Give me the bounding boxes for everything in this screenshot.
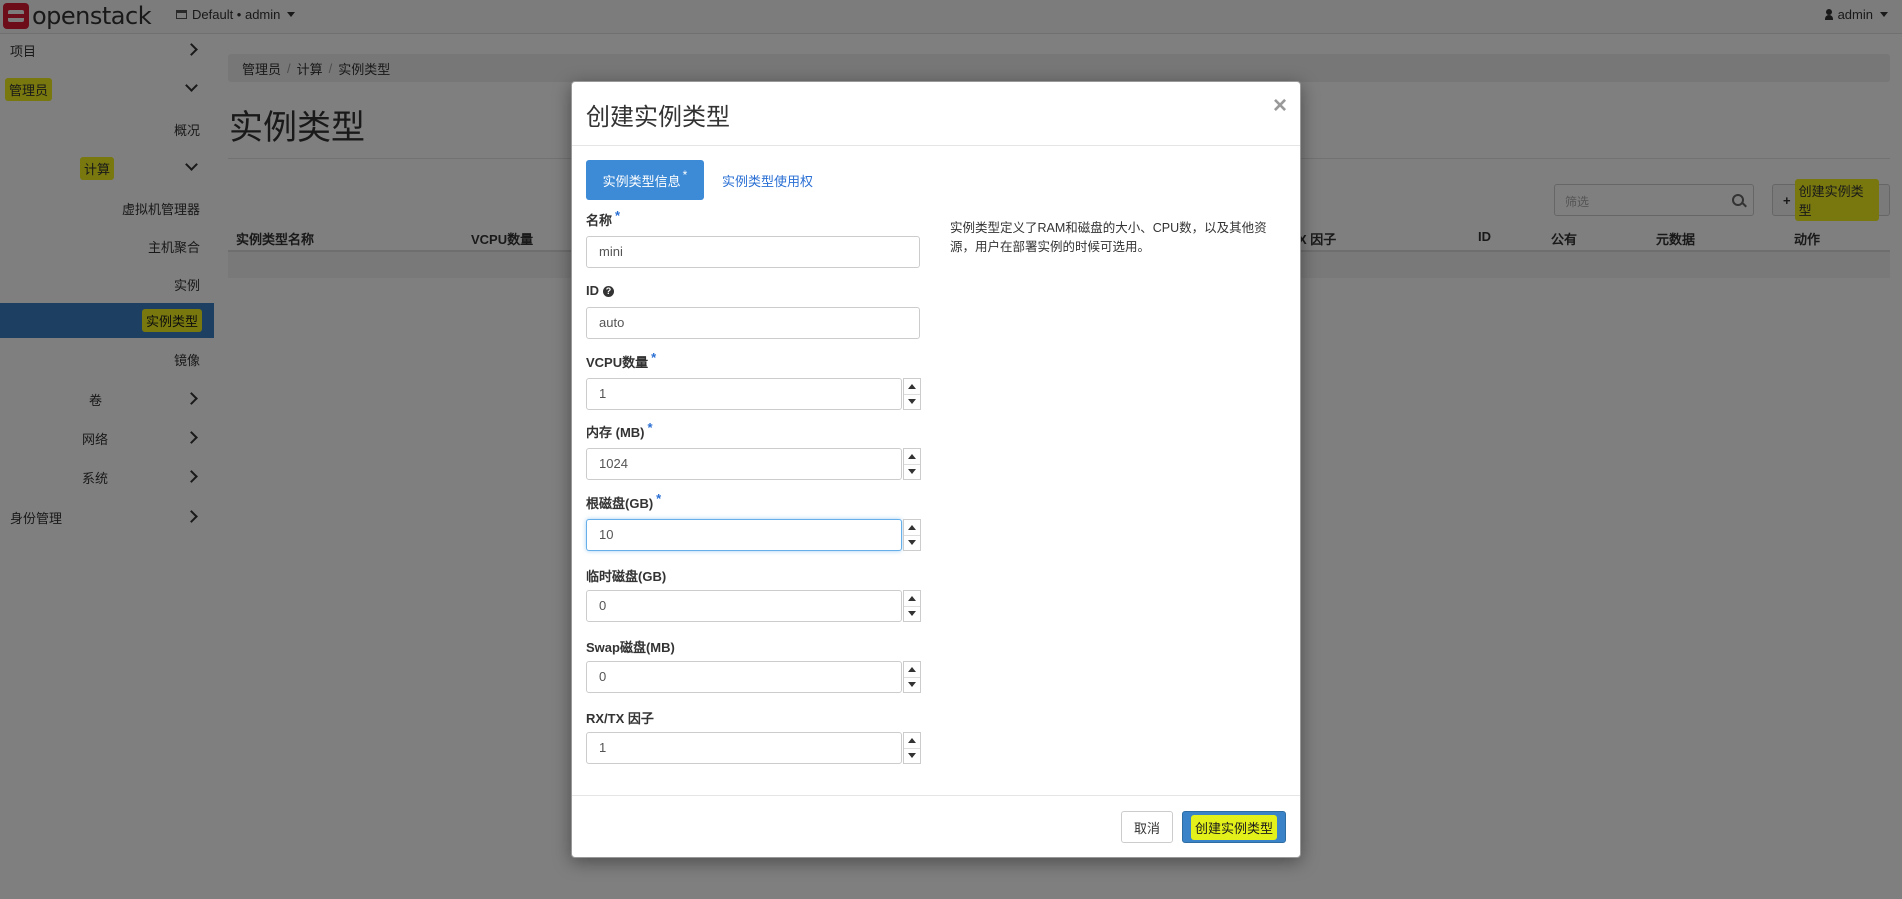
root-disk-label: 根磁盘(GB) * bbox=[586, 491, 662, 511]
vcpus-stepper bbox=[903, 378, 921, 410]
swap-disk-stepper bbox=[903, 661, 921, 693]
decrement-icon[interactable] bbox=[904, 677, 920, 692]
cancel-button[interactable]: 取消 bbox=[1121, 811, 1173, 843]
ephemeral-disk-field[interactable]: 0 bbox=[586, 590, 902, 622]
id-label: ID? bbox=[586, 283, 614, 298]
close-icon[interactable]: × bbox=[1273, 92, 1287, 120]
name-label: 名称 * bbox=[586, 208, 621, 228]
increment-icon[interactable] bbox=[904, 379, 920, 395]
decrement-icon[interactable] bbox=[904, 394, 920, 409]
decrement-icon[interactable] bbox=[904, 535, 920, 550]
decrement-icon[interactable] bbox=[904, 464, 920, 479]
vcpus-value: 1 bbox=[599, 386, 607, 401]
modal-header: 创建实例类型 × bbox=[572, 82, 1300, 146]
modal-footer: 取消 创建实例类型 bbox=[572, 795, 1300, 858]
decrement-icon[interactable] bbox=[904, 748, 920, 763]
root-disk-stepper bbox=[903, 519, 921, 551]
ram-field[interactable]: 1024 bbox=[586, 448, 902, 480]
rxtx-factor-stepper bbox=[903, 732, 921, 764]
cancel-label: 取消 bbox=[1133, 820, 1160, 836]
submit-label: 创建实例类型 bbox=[1190, 814, 1277, 840]
id-value: auto bbox=[599, 315, 625, 330]
required-marker: * bbox=[682, 168, 688, 182]
ephemeral-disk-label: 临时磁盘(GB) bbox=[586, 569, 667, 584]
increment-icon[interactable] bbox=[904, 520, 920, 536]
root-disk-field[interactable]: 10 bbox=[586, 519, 902, 551]
create-flavor-modal: 创建实例类型 × 实例类型信息 * 实例类型使用权 名称 * mini ID? a… bbox=[571, 81, 1301, 858]
vcpus-field[interactable]: 1 bbox=[586, 378, 902, 410]
ephemeral-disk-stepper bbox=[903, 590, 921, 622]
ram-label: 内存 (MB) * bbox=[586, 420, 653, 440]
increment-icon[interactable] bbox=[904, 733, 920, 749]
name-value: mini bbox=[599, 244, 623, 259]
swap-disk-value: 0 bbox=[599, 669, 607, 684]
submit-create-flavor-button[interactable]: 创建实例类型 bbox=[1182, 811, 1286, 843]
question-circle-icon[interactable]: ? bbox=[603, 286, 614, 298]
decrement-icon[interactable] bbox=[904, 606, 920, 621]
id-field[interactable]: auto bbox=[586, 307, 920, 339]
increment-icon[interactable] bbox=[904, 591, 920, 607]
ram-value: 1024 bbox=[599, 456, 628, 471]
required-marker: * bbox=[615, 208, 621, 223]
rxtx-factor-label: RX/TX 因子 bbox=[586, 711, 654, 726]
swap-disk-field[interactable]: 0 bbox=[586, 661, 902, 693]
modal-title: 创建实例类型 bbox=[586, 104, 730, 131]
name-field[interactable]: mini bbox=[586, 236, 920, 268]
flavor-help-text: 实例类型定义了RAM和磁盘的大小、CPU数，以及其他资源，用户在部署实例的时候可… bbox=[950, 221, 1267, 254]
tab-flavor-access[interactable]: 实例类型使用权 bbox=[722, 171, 813, 190]
root-disk-value: 10 bbox=[599, 527, 614, 542]
required-marker: * bbox=[651, 350, 657, 365]
rxtx-factor-field[interactable]: 1 bbox=[586, 732, 902, 764]
swap-disk-label: Swap磁盘(MB) bbox=[586, 640, 675, 655]
ephemeral-disk-value: 0 bbox=[599, 598, 607, 613]
increment-icon[interactable] bbox=[904, 662, 920, 678]
tab-flavor-info[interactable]: 实例类型信息 * bbox=[586, 160, 704, 200]
rxtx-factor-value: 1 bbox=[599, 740, 607, 755]
tab-label: 实例类型信息 bbox=[602, 173, 681, 189]
vcpus-label: VCPU数量 * bbox=[586, 350, 657, 370]
increment-icon[interactable] bbox=[904, 449, 920, 465]
ram-stepper bbox=[903, 448, 921, 480]
required-marker: * bbox=[656, 491, 662, 506]
required-marker: * bbox=[647, 420, 653, 435]
